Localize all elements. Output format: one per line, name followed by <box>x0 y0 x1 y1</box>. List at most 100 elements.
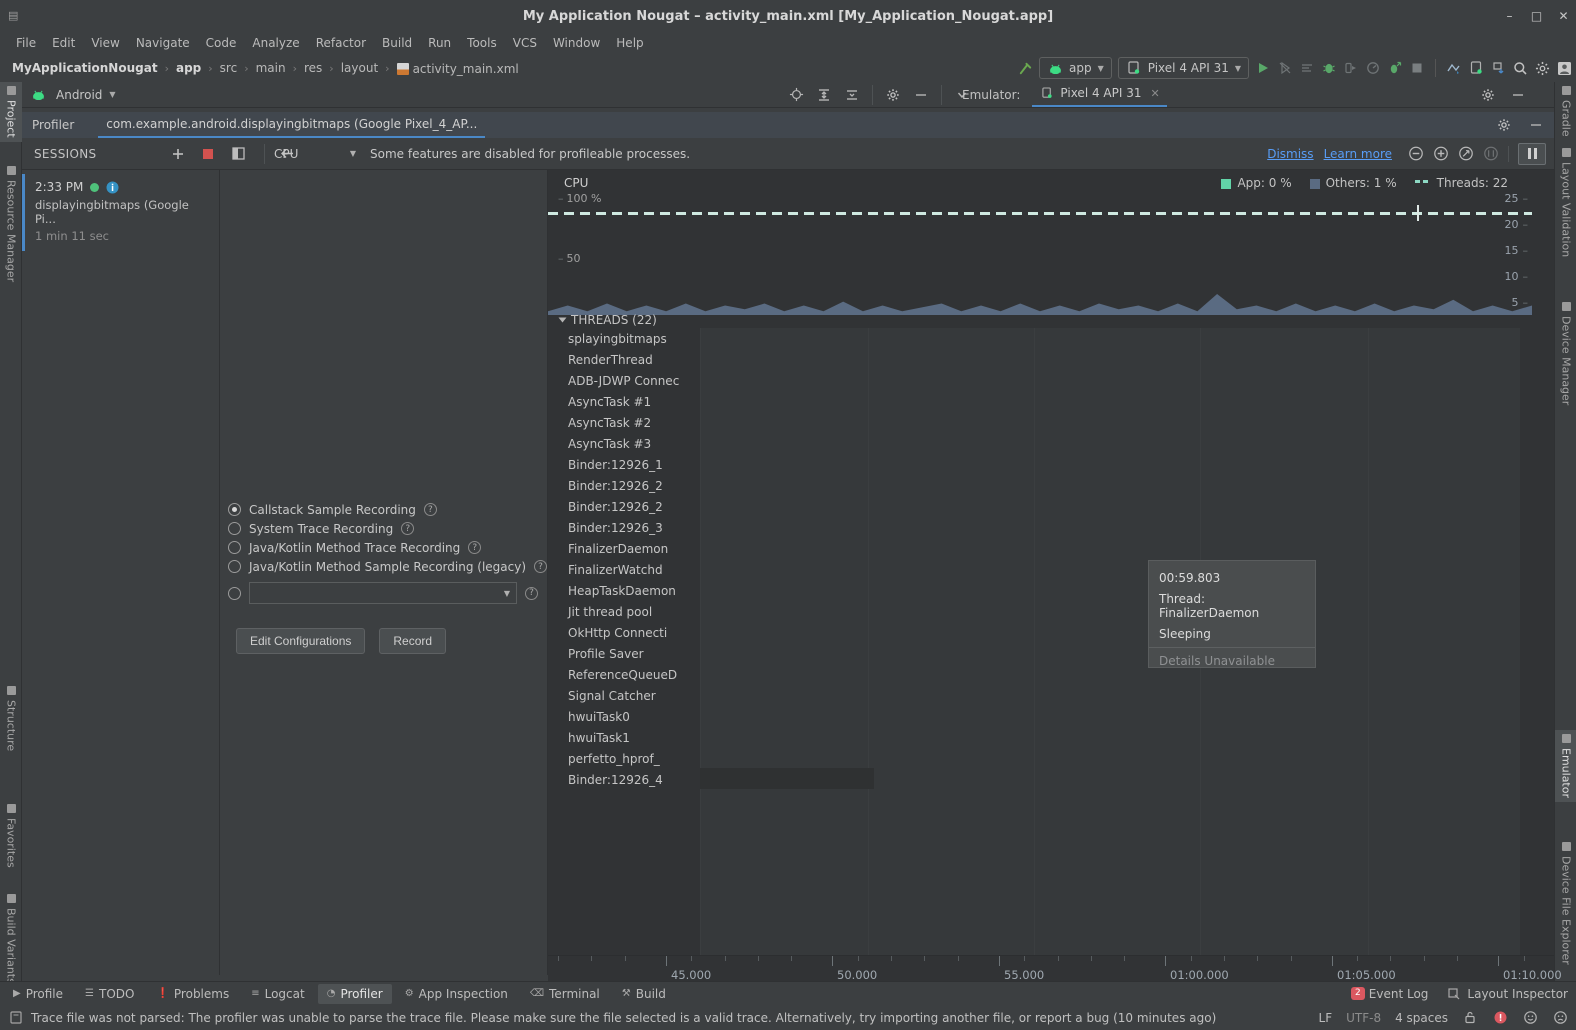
thread-row[interactable]: Binder:12926_1 <box>548 454 1554 475</box>
radio-button[interactable] <box>228 503 241 516</box>
thread-row[interactable]: ReferenceQueueD <box>548 664 1554 685</box>
menu-item-vcs[interactable]: VCS <box>505 34 545 52</box>
rail-item-build-variants[interactable]: Build Variants <box>0 890 22 988</box>
apply-code-changes-icon[interactable] <box>1299 60 1315 76</box>
menu-item-build[interactable]: Build <box>374 34 420 52</box>
error-badge-icon[interactable] <box>1492 1010 1508 1026</box>
thread-row[interactable]: Signal Catcher <box>548 685 1554 706</box>
thread-row[interactable]: AsyncTask #3 <box>548 433 1554 454</box>
module-selector[interactable]: app ▼ <box>1039 57 1112 79</box>
layout-inspector-tab[interactable]: Layout Inspector <box>1446 986 1568 1002</box>
settings-gear-icon[interactable] <box>1534 60 1550 76</box>
bottom-tab-profiler[interactable]: ◔ Profiler <box>317 983 392 1004</box>
zoom-in-icon[interactable] <box>1433 146 1449 162</box>
rail-item-favorites[interactable]: Favorites <box>0 800 22 872</box>
menu-item-help[interactable]: Help <box>608 34 651 52</box>
chevron-down-icon[interactable]: ▼ <box>109 90 115 99</box>
sync-gradle-icon[interactable] <box>1490 60 1506 76</box>
recording-option-1[interactable]: System Trace Recording? <box>228 519 548 538</box>
thread-row[interactable]: Binder:12926_3 <box>548 517 1554 538</box>
thread-row[interactable]: Binder:12926_2 <box>548 496 1554 517</box>
stage-selector[interactable]: CPU ▼ <box>274 143 360 165</box>
rail-item-resource-manager[interactable]: Resource Manager <box>0 162 22 286</box>
edit-configurations-button[interactable]: Edit Configurations <box>236 628 366 654</box>
thread-row[interactable]: OkHttp Connecti <box>548 622 1554 643</box>
maximize-button[interactable]: □ <box>1530 10 1543 22</box>
menu-item-file[interactable]: File <box>8 34 44 52</box>
account-avatar-icon[interactable] <box>1556 60 1572 76</box>
bottom-tab-app-inspection[interactable]: ⚙ App Inspection <box>396 984 517 1004</box>
cpu-usage-chart[interactable]: CPU App: 0 % Others: 1 % Threads: 22 –100 … <box>548 170 1554 315</box>
rail-item-device-file-explorer[interactable]: Device File Explorer <box>1555 838 1576 969</box>
menu-item-run[interactable]: Run <box>420 34 459 52</box>
reset-zoom-icon[interactable] <box>1458 146 1474 162</box>
status-message-area[interactable]: Trace file was not parsed: The profiler … <box>8 1010 1216 1026</box>
thread-row[interactable]: Profile Saver <box>548 643 1554 664</box>
custom-config-radio[interactable] <box>228 586 241 600</box>
expand-all-icon[interactable] <box>816 87 832 103</box>
profiler-session-tab[interactable]: com.example.android.displayingbitmaps (G… <box>98 112 486 138</box>
menu-item-analyze[interactable]: Analyze <box>244 34 307 52</box>
bottom-tab-terminal[interactable]: ⌫ Terminal <box>521 984 609 1004</box>
bottom-tab-todo[interactable]: ☰ TODO <box>76 984 143 1004</box>
menu-item-view[interactable]: View <box>83 34 127 52</box>
collapse-sessions-icon[interactable] <box>230 146 246 162</box>
apply-changes-icon[interactable] <box>1277 60 1293 76</box>
thread-row[interactable]: Binder:12926_4 <box>548 769 1554 790</box>
settings-gear-icon[interactable] <box>1496 117 1512 133</box>
rail-item-device-manager[interactable]: Device Manager <box>1555 298 1576 409</box>
menu-item-code[interactable]: Code <box>198 34 245 52</box>
profiler-icon[interactable] <box>1365 60 1381 76</box>
rail-item-gradle[interactable]: Gradle <box>1555 82 1576 141</box>
radio-button[interactable] <box>228 522 241 535</box>
hide-window-icon[interactable] <box>1528 117 1544 133</box>
breadcrumb-item-6[interactable]: activity_main.xml <box>395 61 521 76</box>
bottom-tab-problems[interactable]: ❗ Problems <box>147 984 238 1004</box>
settings-gear-icon[interactable] <box>885 87 901 103</box>
line-separator-label[interactable]: LF <box>1319 1011 1333 1025</box>
thread-row[interactable]: AsyncTask #2 <box>548 412 1554 433</box>
bottom-tab-profile[interactable]: ▶ Profile <box>4 984 72 1004</box>
sdk-manager-icon[interactable] <box>1446 60 1462 76</box>
menu-item-tools[interactable]: Tools <box>459 34 505 52</box>
breadcrumb-item-5[interactable]: layout <box>339 61 380 75</box>
thread-row[interactable]: AsyncTask #1 <box>548 391 1554 412</box>
pause-live-button[interactable] <box>1518 142 1546 165</box>
record-button[interactable]: Record <box>379 628 447 654</box>
run-button[interactable] <box>1255 60 1271 76</box>
help-icon[interactable]: ? <box>468 541 482 554</box>
thread-row[interactable]: Jit thread pool <box>548 601 1554 622</box>
build-hammer-icon[interactable] <box>1017 60 1033 76</box>
menu-item-navigate[interactable]: Navigate <box>128 34 198 52</box>
debug-icon[interactable] <box>1321 60 1337 76</box>
recording-option-2[interactable]: Java/Kotlin Method Trace Recording? <box>228 538 548 557</box>
recording-option-3[interactable]: Java/Kotlin Method Sample Recording (leg… <box>228 557 548 576</box>
radio-button[interactable] <box>228 541 241 554</box>
thread-row[interactable]: ADB-JDWP Connec <box>548 370 1554 391</box>
help-icon[interactable]: ? <box>423 503 437 516</box>
thread-row[interactable]: splayingbitmaps <box>548 328 1554 349</box>
device-selector[interactable]: Pixel 4 API 31 ▼ <box>1117 57 1249 79</box>
threads-section-header[interactable]: THREADS (22) <box>548 310 1554 330</box>
attach-debugger-icon[interactable] <box>1343 60 1359 76</box>
breadcrumb-item-0[interactable]: MyApplicationNougat <box>10 61 160 75</box>
collapse-all-icon[interactable] <box>844 87 860 103</box>
radio-button[interactable] <box>228 560 241 573</box>
encoding-label[interactable]: UTF-8 <box>1346 1011 1381 1025</box>
close-button[interactable]: ✕ <box>1557 10 1570 22</box>
help-icon[interactable]: ? <box>401 522 415 535</box>
thread-row[interactable]: hwuiTask0 <box>548 706 1554 727</box>
breadcrumb-item-2[interactable]: src <box>218 61 240 75</box>
happy-face-icon[interactable] <box>1522 1010 1538 1026</box>
lock-icon[interactable] <box>1462 1010 1478 1026</box>
emulator-device-tab[interactable]: Pixel 4 API 31 ✕ <box>1032 82 1167 107</box>
locate-target-icon[interactable] <box>788 87 804 103</box>
run-with-coverage-icon[interactable] <box>1387 60 1403 76</box>
attach-to-live-icon[interactable] <box>1483 146 1499 162</box>
indent-label[interactable]: 4 spaces <box>1395 1011 1448 1025</box>
rail-item-structure[interactable]: Structure <box>0 682 22 755</box>
thread-row[interactable]: HeapTaskDaemon <box>548 580 1554 601</box>
hide-window-icon[interactable] <box>1510 87 1526 103</box>
close-icon[interactable]: ✕ <box>1150 87 1159 100</box>
minimize-button[interactable]: – <box>1503 10 1516 22</box>
